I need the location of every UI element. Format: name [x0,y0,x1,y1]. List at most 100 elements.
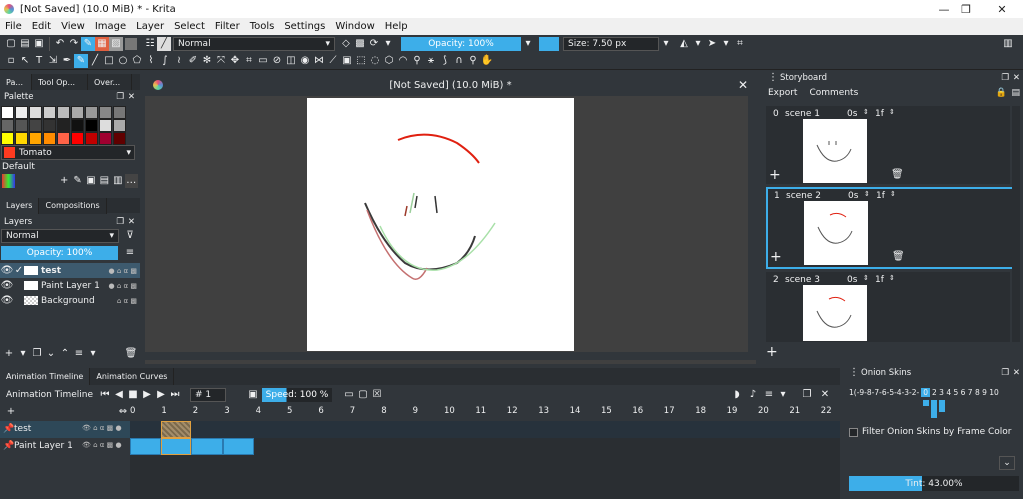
playback-speed-slider[interactable]: Speed: 100 % [262,388,332,402]
contiguous-select-icon[interactable]: ⚲ [410,54,424,68]
freehand-path-icon[interactable]: ≀ [172,54,186,68]
float-dock-icon[interactable]: ❐ [1001,368,1009,378]
palette-swatch[interactable] [29,119,42,132]
crop-icon[interactable]: ⌗ [733,37,747,51]
eye-icon[interactable]: 👁 [0,294,14,308]
close-dock-icon[interactable]: ✕ [128,217,135,227]
color-name-select[interactable]: Tomato ▾ [1,145,135,160]
open-document-icon[interactable]: ▤ [18,37,32,51]
eye-icon[interactable]: 👁 [0,264,14,278]
palette-swatch[interactable] [57,106,70,119]
frame-number[interactable]: 7 [350,406,355,416]
zoom-fit-icon[interactable]: ⇔ [116,405,130,419]
palette-swatch[interactable] [15,132,28,145]
reference-tool-icon[interactable]: ▣ [340,54,354,68]
float-dock-icon[interactable]: ❐ [116,217,124,227]
bezier-tool-icon[interactable]: ∫ [158,54,172,68]
assistant-tool-icon[interactable]: ⋈ [312,54,326,68]
chevron-down-icon[interactable]: ▾ [16,347,30,361]
color-picker-icon[interactable]: ⊘ [270,54,284,68]
palette-swatch[interactable] [113,132,126,145]
layer-props-icon[interactable]: ● ⌂ α ▩ [109,282,137,290]
delete-scene-icon[interactable]: 🗑 [892,251,905,262]
float-dock-icon[interactable]: ❐ [800,388,814,402]
palette-swatch[interactable] [71,106,84,119]
brush-tip-icon[interactable]: ╱ [157,37,171,51]
multibrush-icon[interactable]: ✻ [200,54,214,68]
storyboard-scrollbar[interactable] [1012,106,1020,342]
add-swatch-icon[interactable]: + [57,174,70,188]
onion-opacity-bar[interactable] [931,400,937,418]
delete-layer-icon[interactable]: 🗑 [124,347,138,361]
magnetic-select-icon[interactable]: ∩ [452,54,466,68]
close-dock-icon[interactable]: ✕ [818,388,832,402]
layer-row[interactable]: 👁 ✓ test ● ⌂ α ▩ [0,263,140,278]
tab-tool-options[interactable]: Tool Op... [32,74,88,90]
filter-checkbox[interactable] [849,427,858,437]
wrap-around-icon[interactable]: ➤ [705,37,719,51]
frame-number-ruler[interactable]: 0 1 2 3 4 5 6 7 8 9 10 11 12 13 14 15 16 17 18 19 20 21 22 [130,405,840,418]
menu-file[interactable]: File [0,21,27,32]
fill-pattern-icon[interactable]: ▦ [95,37,109,51]
delete-swatch-icon[interactable]: ▥ [111,174,124,188]
menu-settings[interactable]: Settings [279,21,330,32]
polyline-tool-icon[interactable]: ⌇ [144,54,158,68]
frame-number[interactable]: 6 [318,406,323,416]
palette-swatch[interactable] [85,132,98,145]
spin-arrows-icon[interactable]: ⇕ [863,108,869,116]
filter-icon[interactable]: ⊽ [123,229,137,243]
palette-swatch[interactable] [43,106,56,119]
polygon-tool-icon[interactable]: ⬠ [130,54,144,68]
eraser-icon[interactable]: ◇ [339,37,353,51]
prev-frame-icon[interactable]: ◀ [112,388,126,402]
palette-swatch[interactable] [99,132,112,145]
pin-icon[interactable]: 📌 [3,441,14,451]
palette-swatch[interactable] [113,119,126,132]
storyboard-scene[interactable]: 0 scene 1 0s ⇕ 1f ⇕ + 🗑 [766,106,1010,184]
add-layer-icon[interactable]: + [2,347,16,361]
brush-preset-icon[interactable]: ✎ [81,37,95,51]
save-icon[interactable]: ▣ [32,37,46,51]
frame-number[interactable]: 15 [601,406,612,416]
brush-size-slider[interactable]: Size: 7.50 px [563,37,659,51]
palette-swatch[interactable] [71,119,84,132]
menu-view[interactable]: View [56,21,90,32]
chevron-down-icon[interactable]: ▾ [659,37,673,51]
current-frame-field[interactable]: # 1 [190,388,226,402]
freehand-brush-icon[interactable]: ✎ [74,54,88,68]
tab-layers[interactable]: Layers [0,197,40,214]
ellipse-tool-icon[interactable]: ○ [116,54,130,68]
menu-window[interactable]: Window [330,21,379,32]
frame-number[interactable]: 17 [664,406,675,416]
track-props-icon[interactable]: 👁 ⌂ α ▩ ● [82,424,122,432]
frame-number[interactable]: 22 [821,406,832,416]
last-frame-icon[interactable]: ⏭ [168,388,182,402]
next-frame-icon[interactable]: ▶ [154,388,168,402]
undo-icon[interactable]: ↶ [53,37,67,51]
spin-arrows-icon[interactable]: ⇕ [863,274,869,282]
dynamic-brush-icon[interactable]: ✐ [186,54,200,68]
layer-props-icon[interactable]: ● ⌂ α ▩ [109,267,137,275]
zoom-tool-icon[interactable]: ⚲ [466,54,480,68]
move-down-icon[interactable]: ⌄ [44,347,58,361]
frame-number[interactable]: 10 [444,406,455,416]
gradient-icon[interactable]: ▨ [109,37,123,51]
menu-filter[interactable]: Filter [210,21,245,32]
bezier-select-icon[interactable]: ⟆ [438,54,452,68]
brush-settings-icon[interactable]: ☷ [143,37,157,51]
palette-swatch[interactable] [43,119,56,132]
tab-compositions[interactable]: Compositions [39,197,107,214]
polygon-select-icon[interactable]: ⬡ [382,54,396,68]
scene-duration-seconds[interactable]: 0s [847,275,857,285]
palette-swatch[interactable] [71,132,84,145]
chevron-down-icon[interactable]: ▾ [521,37,535,51]
redo-icon[interactable]: ↷ [67,37,81,51]
background-color-icon[interactable] [125,38,137,50]
filter-by-color-row[interactable]: Filter Onion Skins by Frame Color [849,427,1012,437]
frame-number[interactable]: 12 [507,406,518,416]
menu-help[interactable]: Help [380,21,413,32]
palette-swatch[interactable] [113,106,126,119]
scene-duration-frames[interactable]: 1f [875,275,884,285]
scene-duration-frames[interactable]: 1f [875,109,884,119]
maximize-button[interactable]: ❐ [952,0,980,18]
